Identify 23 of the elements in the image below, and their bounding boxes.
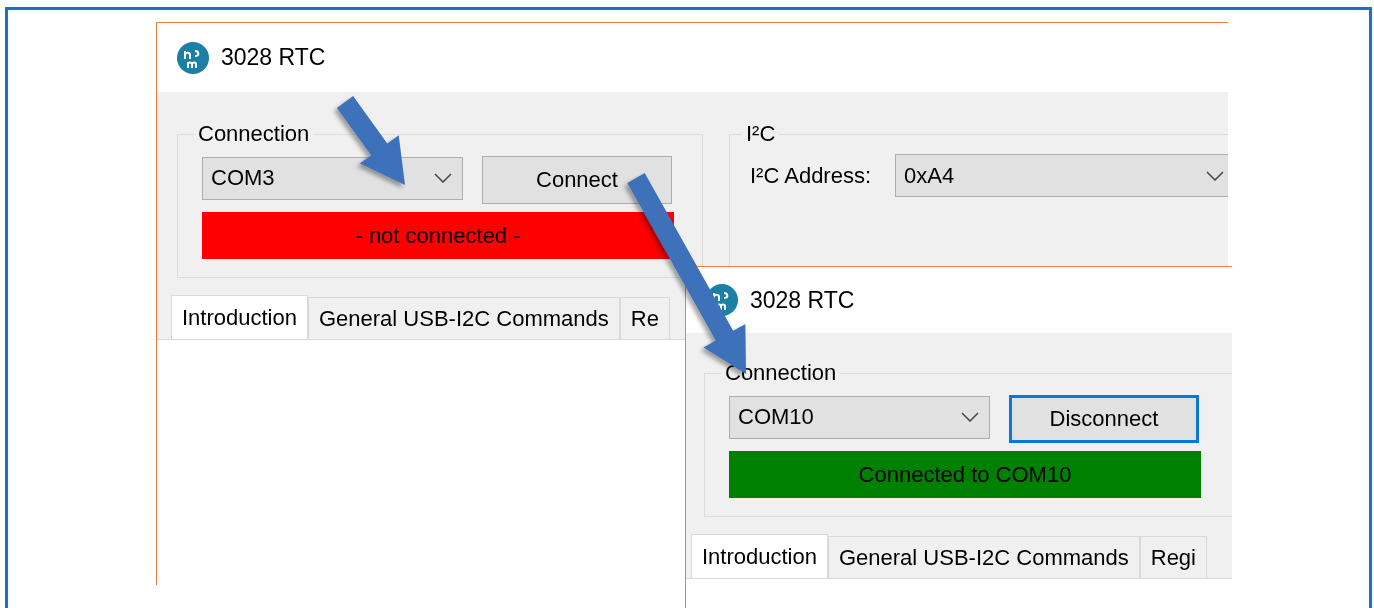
- status-bar: Connected to COM10: [729, 451, 1201, 498]
- tab[interactable]: Re: [619, 297, 670, 339]
- port-dropdown[interactable]: COM10: [729, 395, 990, 439]
- address-label: I²C Address:: [750, 162, 872, 189]
- tab[interactable]: Regi: [1139, 536, 1207, 578]
- window-title: 3028 RTC: [750, 286, 855, 314]
- tab[interactable]: General USB-I2C Commands: [307, 297, 620, 339]
- caret-icon: [1206, 170, 1225, 181]
- tab[interactable]: Introduction: [171, 295, 308, 340]
- logo-icon: [177, 41, 209, 74]
- tab[interactable]: Introduction: [691, 534, 828, 579]
- caret-icon: [434, 173, 452, 183]
- address-dropdown[interactable]: 0xA4: [895, 154, 1228, 197]
- group-label: Connection: [197, 122, 311, 146]
- caret-icon: [961, 412, 979, 422]
- status-bar: - not connected -: [202, 212, 674, 259]
- connect-button[interactable]: Disconnect: [1009, 395, 1199, 443]
- connect-button[interactable]: Connect: [482, 156, 672, 204]
- group-label: Connection: [724, 361, 838, 385]
- group-label: I²C: [745, 122, 777, 146]
- port-dropdown[interactable]: COM3: [202, 156, 463, 200]
- window-title: 3028 RTC: [221, 44, 326, 71]
- tab[interactable]: General USB-I2C Commands: [827, 536, 1140, 578]
